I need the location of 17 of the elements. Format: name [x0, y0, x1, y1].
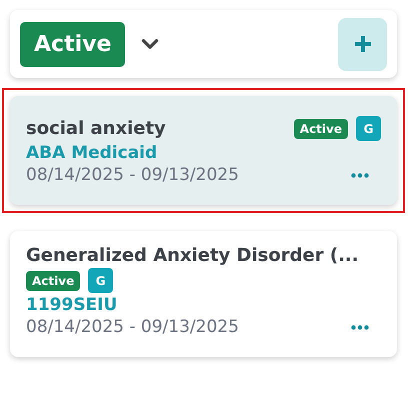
- plan-card[interactable]: Generalized Anxiety Disorder (... Active G 1199SEIU 08/14/2025 - 09/13/2025: [10, 231, 397, 357]
- tag-badge: G: [356, 116, 381, 141]
- more-icon[interactable]: [351, 324, 369, 330]
- status-badge: Active: [294, 118, 348, 138]
- card-title: social anxiety: [26, 118, 166, 139]
- status-filter[interactable]: Active: [20, 22, 126, 66]
- plus-icon: [354, 35, 372, 53]
- payer-name: 1199SEIU: [26, 295, 118, 315]
- more-icon[interactable]: [351, 172, 369, 178]
- plan-card[interactable]: social anxiety Active G ABA Medicaid 08/14/2025 - 09/13/2025: [10, 96, 397, 205]
- add-button[interactable]: [338, 18, 387, 70]
- tag-badge: G: [88, 268, 114, 293]
- status-badge: Active: [26, 270, 80, 290]
- card-title: Generalized Anxiety Disorder (...: [26, 245, 360, 266]
- date-range: 08/14/2025 - 09/13/2025: [26, 165, 239, 185]
- payer-name: ABA Medicaid: [26, 143, 158, 163]
- date-range: 08/14/2025 - 09/13/2025: [26, 317, 239, 337]
